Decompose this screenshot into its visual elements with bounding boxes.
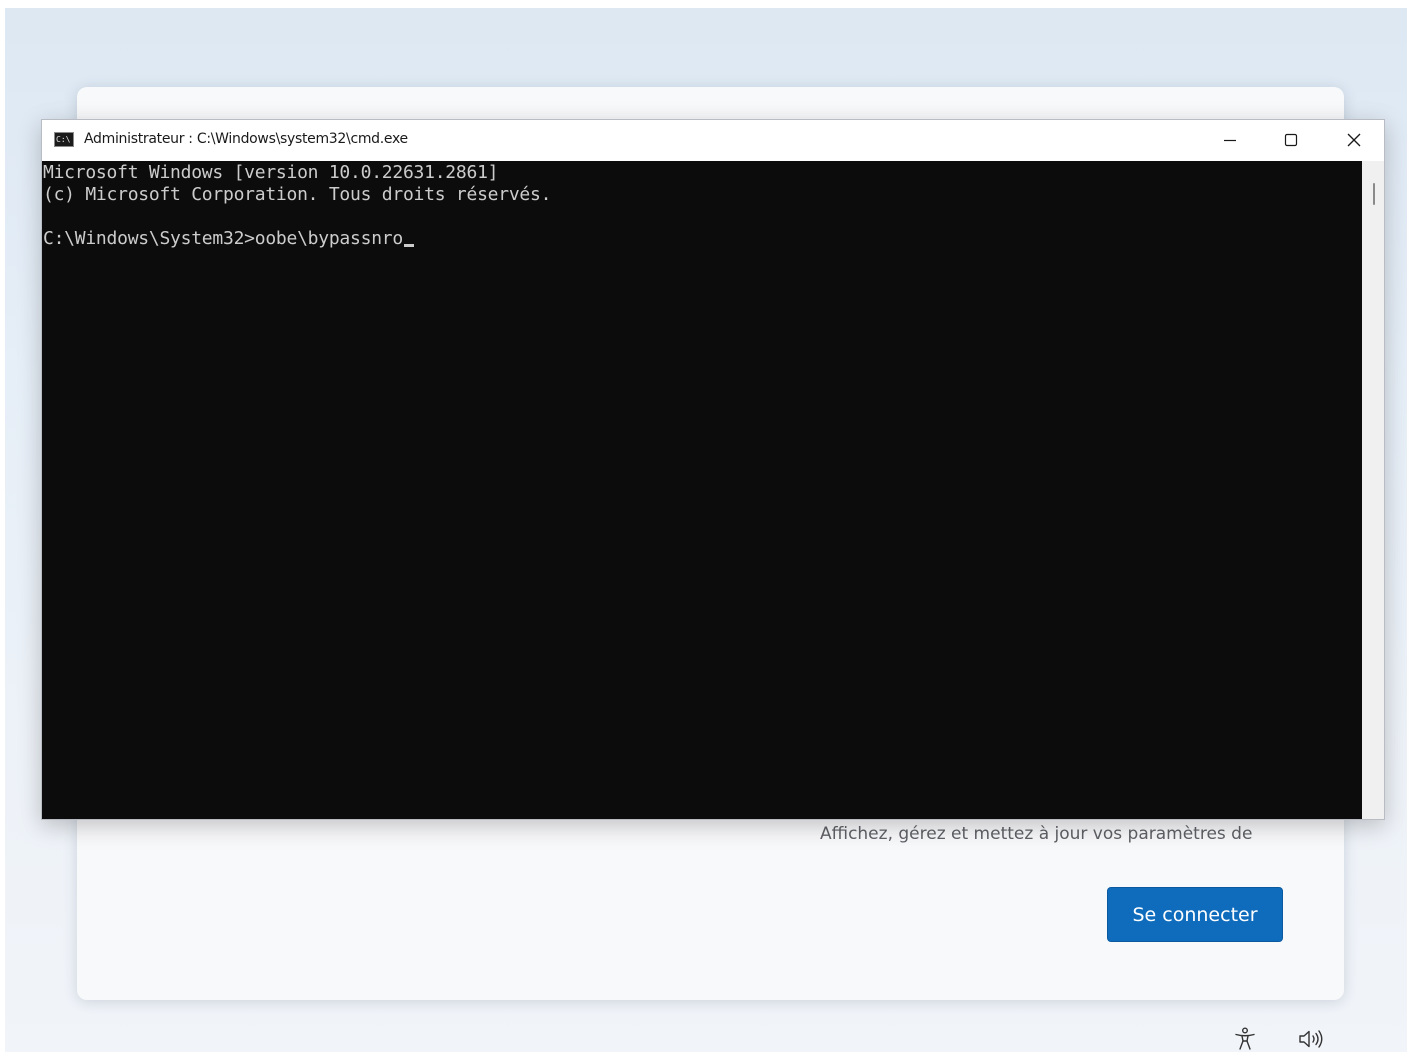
console-command: C:\Windows\System32>oobe\bypassnro [43, 228, 403, 249]
sign-in-button[interactable]: Se connecter [1107, 887, 1283, 942]
console-output[interactable]: Microsoft Windows [version 10.0.22631.28… [42, 161, 1362, 819]
volume-icon[interactable] [1294, 1022, 1328, 1053]
close-icon [1347, 133, 1361, 147]
text-cursor [403, 244, 414, 247]
title-bar[interactable]: C:\ Administrateur : C:\Windows\system32… [42, 120, 1384, 161]
cmd-window[interactable]: C:\ Administrateur : C:\Windows\system32… [41, 119, 1385, 820]
cmd-app-icon: C:\ [54, 132, 74, 147]
console-line: (c) Microsoft Corporation. Tous droits r… [43, 184, 552, 205]
minimize-button[interactable] [1200, 120, 1260, 160]
maximize-button[interactable] [1261, 120, 1321, 160]
minimize-icon [1224, 139, 1236, 142]
accessibility-icon[interactable] [1228, 1022, 1262, 1053]
window-title: Administrateur : C:\Windows\system32\cmd… [84, 131, 408, 147]
close-button[interactable] [1324, 120, 1384, 160]
scrollbar-thumb[interactable] [1373, 183, 1375, 205]
maximize-icon [1284, 133, 1298, 147]
oobe-description: Affichez, gérez et mettez à jour vos par… [820, 824, 1253, 844]
vertical-scrollbar[interactable] [1362, 161, 1384, 819]
console-prompt-line[interactable]: C:\Windows\System32>oobe\bypassnro [43, 228, 414, 249]
console-line: Microsoft Windows [version 10.0.22631.28… [43, 162, 499, 183]
